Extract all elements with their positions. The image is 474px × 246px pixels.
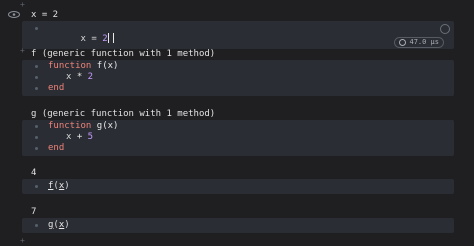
cell-status-icon[interactable] [440, 24, 450, 34]
code-text: x [66, 72, 77, 82]
keyword: function [48, 121, 92, 131]
cell-output: x = 2 [31, 10, 59, 20]
code-editor[interactable]: function g(x) x + 5 end [22, 120, 454, 156]
code-editor[interactable]: x = 2 [22, 21, 454, 49]
cell-output: 4 [31, 168, 37, 178]
code-editor[interactable]: g(x) [22, 218, 454, 233]
add-cell-icon[interactable]: + [20, 46, 25, 55]
runtime-text: 47.0 μs [409, 38, 439, 46]
cell-output: g (generic function with 1 method) [31, 109, 216, 119]
clock-icon [399, 39, 407, 46]
function-signature: f(x) [91, 61, 119, 71]
code-text: ) [64, 181, 70, 191]
text-cursor [107, 33, 114, 43]
add-cell-icon[interactable]: + [20, 0, 25, 9]
function-signature: g(x) [91, 121, 119, 131]
code-text: ) [64, 220, 70, 230]
cell-output: f (generic function with 1 method) [31, 49, 216, 59]
keyword: function [48, 61, 92, 71]
add-cell-icon[interactable]: + [20, 236, 25, 245]
code-editor[interactable]: function f(x) x * 2 end [22, 60, 454, 96]
code-text: x [66, 132, 77, 142]
keyword: end [48, 143, 65, 153]
keyword: end [48, 83, 65, 93]
code-number: 2 [82, 72, 94, 82]
code-number: 5 [82, 132, 94, 142]
eye-icon[interactable] [8, 11, 20, 18]
cell-output: 7 [31, 207, 37, 217]
code-editor[interactable]: f(x) [22, 179, 454, 194]
runtime-badge: 47.0 μs [394, 37, 444, 48]
code-text: x = [80, 34, 103, 44]
